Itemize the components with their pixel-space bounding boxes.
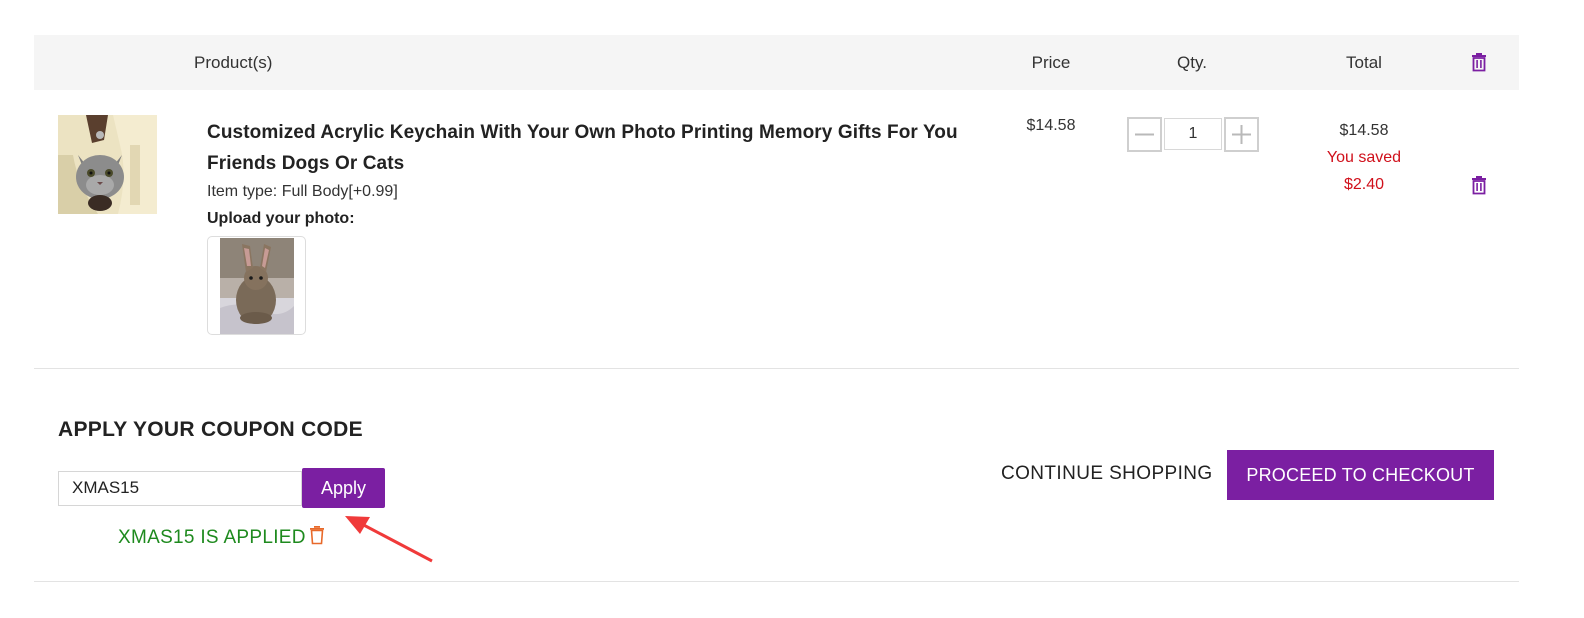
- quantity-increase-button[interactable]: [1224, 116, 1259, 152]
- uploaded-photo-thumbnail[interactable]: [207, 236, 306, 335]
- quantity-decrease-button[interactable]: [1127, 116, 1162, 152]
- coupon-section: APPLY YOUR COUPON CODE Apply XMAS15 IS A…: [58, 415, 385, 548]
- item-type: Item type: Full Body[+0.99]: [207, 183, 398, 200]
- quantity-input[interactable]: [1164, 118, 1222, 150]
- coupon-code-input[interactable]: [58, 470, 302, 506]
- apply-coupon-button[interactable]: Apply: [302, 468, 385, 508]
- minus-icon: [1135, 133, 1154, 135]
- header-qty: Qty.: [1177, 53, 1207, 72]
- cart-item-row: Customized Acrylic Keychain With Your Ow…: [34, 90, 1519, 369]
- continue-shopping-link[interactable]: CONTINUE SHOPPING: [1001, 463, 1213, 485]
- item-total: $14.58 You saved $2.40: [1304, 117, 1424, 198]
- item-unit-price: $14.58: [1026, 117, 1076, 134]
- coupon-form: Apply: [58, 468, 385, 508]
- upload-photo-label: Upload your photo:: [207, 210, 355, 227]
- coupon-applied-status: XMAS15 IS APPLIED: [118, 525, 326, 550]
- header-products: Product(s): [194, 53, 273, 72]
- coupon-applied-message: XMAS15 IS APPLIED: [118, 526, 306, 548]
- cart-table: Product(s) Price Qty. Total Customized A…: [34, 35, 1519, 369]
- cart-table-header: Product(s) Price Qty. Total: [34, 35, 1519, 90]
- remove-coupon-trash-icon[interactable]: [308, 525, 326, 550]
- product-thumbnail[interactable]: [58, 115, 157, 214]
- item-total-value: $14.58: [1339, 122, 1389, 139]
- product-info: Customized Acrylic Keychain With Your Ow…: [207, 117, 967, 335]
- annotation-arrow-icon: [345, 516, 433, 563]
- quantity-stepper: [1127, 116, 1259, 152]
- header-price: Price: [1031, 53, 1071, 72]
- you-saved-amount: $2.40: [1343, 176, 1385, 193]
- product-title-link[interactable]: Customized Acrylic Keychain With Your Ow…: [207, 117, 967, 179]
- proceed-to-checkout-button[interactable]: PROCEED TO CHECKOUT: [1227, 450, 1494, 500]
- bottom-divider: [34, 581, 1519, 582]
- coupon-section-title: APPLY YOUR COUPON CODE: [58, 418, 363, 441]
- product-title-line2: Friends Dogs Or Cats: [207, 153, 405, 174]
- product-title-line1: Customized Acrylic Keychain With Your Ow…: [207, 122, 958, 143]
- remove-item-trash-icon[interactable]: [1469, 175, 1489, 195]
- header-total: Total: [1346, 53, 1382, 72]
- clear-cart-trash-icon[interactable]: [1469, 52, 1489, 72]
- plus-icon: [1232, 124, 1251, 144]
- you-saved-label: You saved: [1326, 149, 1402, 166]
